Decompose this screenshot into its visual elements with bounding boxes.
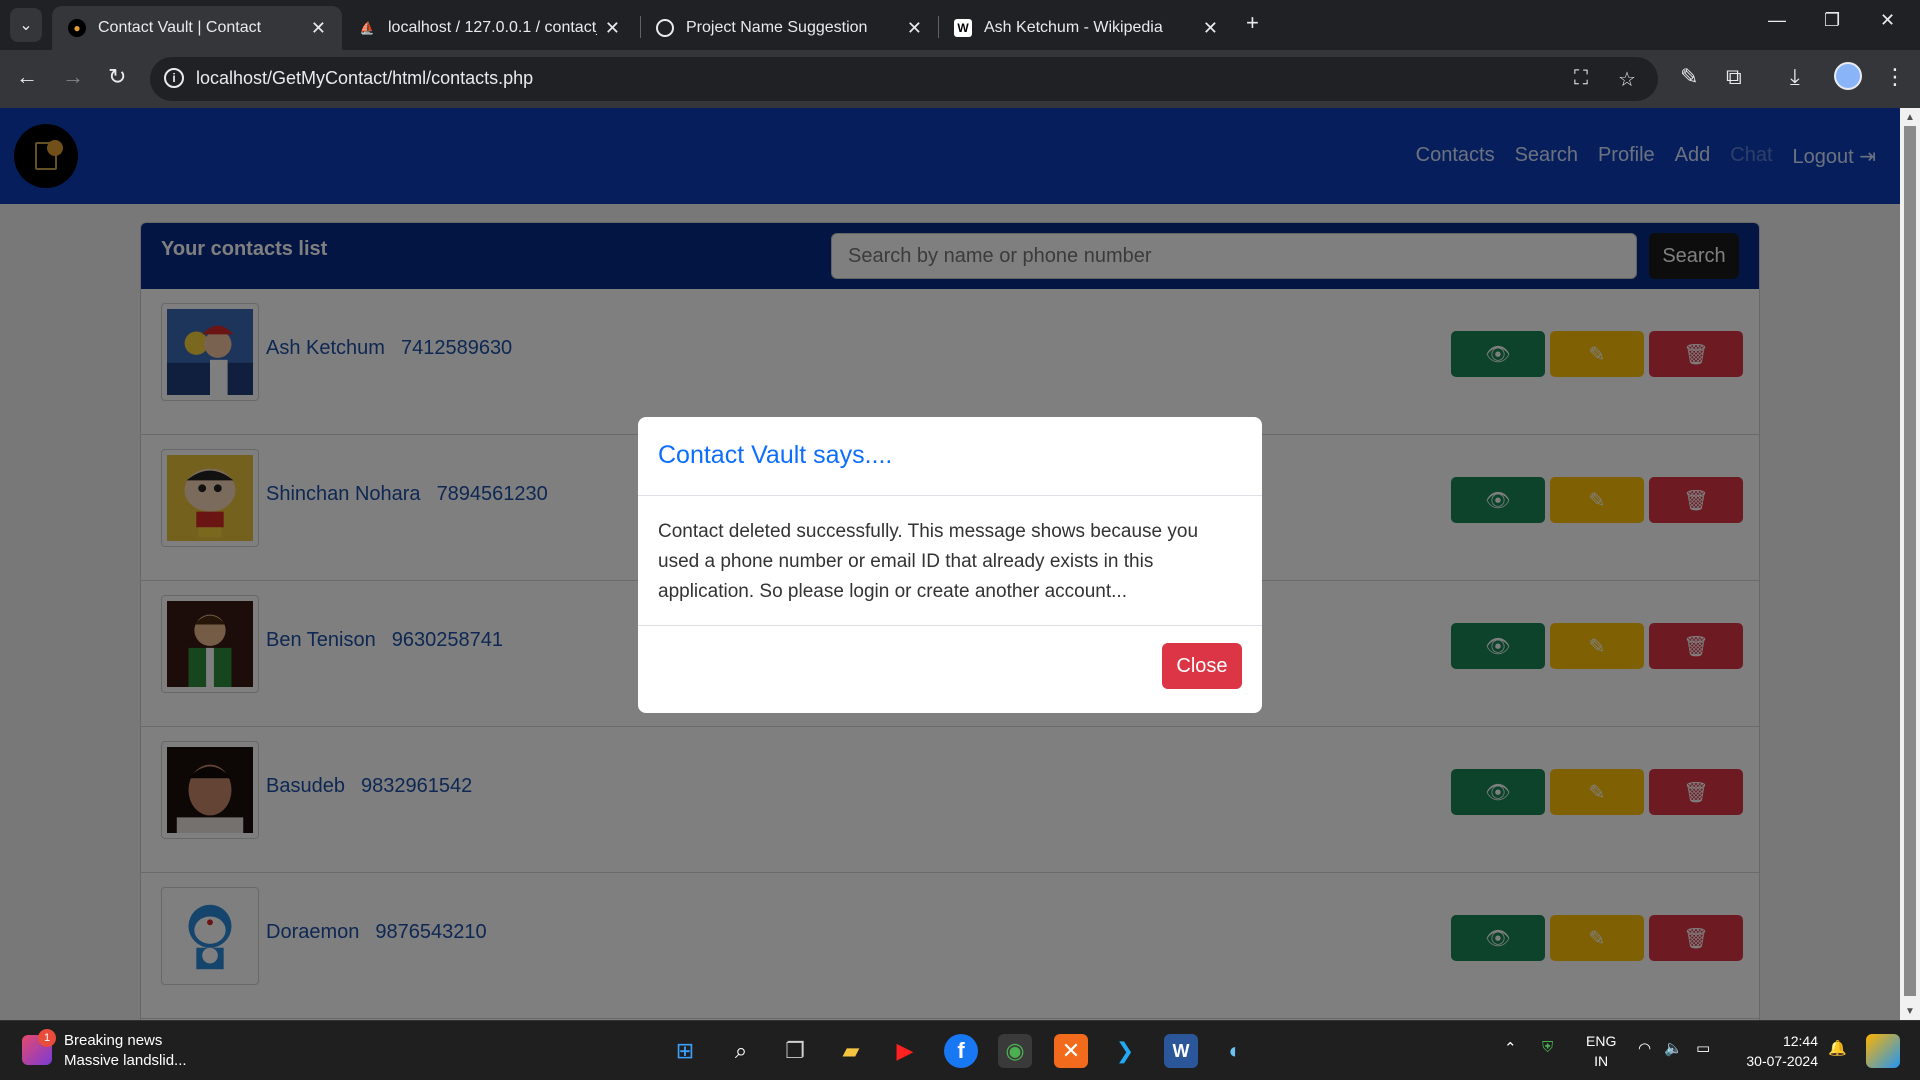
copilot-icon[interactable] (1866, 1034, 1900, 1068)
extensions-puzzle-icon[interactable]: ⧉ (1726, 64, 1742, 90)
translate-icon[interactable]: ⛶ (1574, 67, 1588, 90)
modal-title: Contact Vault says.... (658, 441, 893, 469)
page-viewport: Contacts Search Profile Add Chat Logout … (0, 108, 1900, 1020)
vscode-icon[interactable]: ❯ (1108, 1034, 1142, 1068)
region-code: IN (1594, 1053, 1609, 1069)
contact-vault-favicon-icon: ● (68, 19, 86, 37)
forward-arrow-icon[interactable]: → (62, 64, 84, 90)
modal-message: Contact deleted successfully. This messa… (658, 521, 1199, 602)
wifi-icon[interactable]: ◠ (1638, 1039, 1651, 1057)
search-icon[interactable]: ⌕ (724, 1034, 758, 1068)
language-indicator[interactable]: ENG IN (1586, 1031, 1616, 1071)
file-explorer-icon[interactable]: ▰ (834, 1034, 868, 1068)
news-widget[interactable]: Breaking news Massive landslid... (64, 1031, 187, 1071)
bookmark-star-icon[interactable]: ☆ (1618, 67, 1636, 92)
profile-avatar[interactable] (1834, 62, 1862, 90)
close-tab-icon[interactable]: ✕ (1203, 18, 1218, 39)
modal-divider (638, 495, 1262, 496)
address-bar[interactable]: i localhost/GetMyContact/html/contacts.p… (150, 57, 1658, 101)
task-view-icon[interactable]: ❐ (778, 1034, 812, 1068)
minimize-icon[interactable]: — (1768, 10, 1786, 31)
phpmyadmin-favicon-icon: ⛵ (359, 21, 375, 35)
tab-phpmyadmin[interactable]: ⛵ localhost / 127.0.0.1 / contact_v ✕ (342, 6, 636, 50)
close-tab-icon[interactable]: ✕ (605, 18, 620, 39)
facebook-icon[interactable]: f (944, 1034, 978, 1068)
windows-taskbar: 1 Breaking news Massive landslid... ⊞ ⌕ … (0, 1020, 1920, 1080)
language-code: ENG (1586, 1033, 1617, 1049)
edge-icon[interactable]: ◐ (1218, 1034, 1252, 1068)
tab-title: localhost / 127.0.0.1 / contact_v (388, 19, 597, 36)
reload-icon[interactable]: ↻ (108, 64, 126, 90)
clock-date: 30-07-2024 (1746, 1053, 1818, 1069)
window-close-icon[interactable]: ✕ (1880, 10, 1895, 31)
back-arrow-icon[interactable]: ← (16, 64, 38, 90)
tab-contact-vault[interactable]: ● Contact Vault | Contact ✕ (52, 6, 342, 50)
tab-project-name-suggestion[interactable]: Project Name Suggestion ✕ (640, 6, 938, 50)
news-title: Breaking news (64, 1032, 163, 1049)
scrollbar-thumb[interactable] (1904, 126, 1916, 996)
url-text[interactable]: localhost/GetMyContact/html/contacts.php (196, 68, 533, 89)
tray-overflow-chevron-icon[interactable]: ⌃ (1504, 1039, 1517, 1057)
wikipedia-favicon-icon: W (954, 19, 972, 37)
alert-modal: Contact Vault says.... Contact deleted s… (638, 417, 1262, 713)
youtube-icon[interactable]: ▶ (888, 1034, 922, 1068)
browser-toolbar: ← → ↻ i localhost/GetMyContact/html/cont… (0, 50, 1920, 108)
page-scrollbar[interactable]: ▲ ▼ (1900, 108, 1920, 1020)
tab-title: Project Name Suggestion (686, 19, 868, 36)
clock-time: 12:44 (1782, 1033, 1818, 1049)
restore-icon[interactable]: ❐ (1824, 10, 1840, 31)
word-icon[interactable]: W (1164, 1034, 1198, 1068)
news-badge: 1 (38, 1029, 56, 1047)
download-icon[interactable]: ⤓ (1790, 64, 1800, 90)
modal-divider (638, 625, 1262, 626)
battery-icon[interactable]: ▭ (1696, 1039, 1710, 1057)
volume-icon[interactable]: 🔈 (1664, 1039, 1683, 1057)
system-clock[interactable]: 12:44 30-07-2024 (1736, 1031, 1818, 1071)
windows-start-icon[interactable]: ⊞ (668, 1034, 702, 1068)
tab-wikipedia[interactable]: W Ash Ketchum - Wikipedia ✕ (938, 6, 1234, 50)
close-tab-icon[interactable]: ✕ (311, 18, 326, 39)
site-info-icon[interactable]: i (164, 68, 184, 88)
tab-title: Ash Ketchum - Wikipedia (984, 19, 1163, 36)
chevron-down-icon: ⌄ (19, 17, 33, 34)
scroll-up-arrow-icon[interactable]: ▲ (1905, 112, 1915, 123)
kebab-menu-icon[interactable]: ⋮ (1884, 64, 1906, 90)
xampp-icon[interactable]: ✕ (1054, 1034, 1088, 1068)
security-shield-icon[interactable]: ⛨ (1542, 1039, 1553, 1056)
news-subtitle: Massive landslid... (64, 1052, 187, 1069)
close-tab-icon[interactable]: ✕ (907, 18, 922, 39)
tab-search-menu-button[interactable]: ⌄ (10, 8, 42, 42)
scroll-down-arrow-icon[interactable]: ▼ (1905, 1006, 1915, 1017)
tab-title: Contact Vault | Contact (98, 19, 262, 36)
chrome-icon[interactable]: ◉ (998, 1034, 1032, 1068)
browser-tab-strip: ⌄ ● Contact Vault | Contact ✕ ⛵ localhos… (0, 0, 1920, 50)
modal-close-button[interactable]: Close (1162, 643, 1242, 689)
notification-bell-icon[interactable]: 🔔 (1828, 1039, 1847, 1057)
chatgpt-favicon-icon (656, 19, 674, 37)
eyedropper-icon[interactable]: ✎ (1680, 64, 1698, 90)
new-tab-plus-icon[interactable]: + (1246, 10, 1259, 36)
